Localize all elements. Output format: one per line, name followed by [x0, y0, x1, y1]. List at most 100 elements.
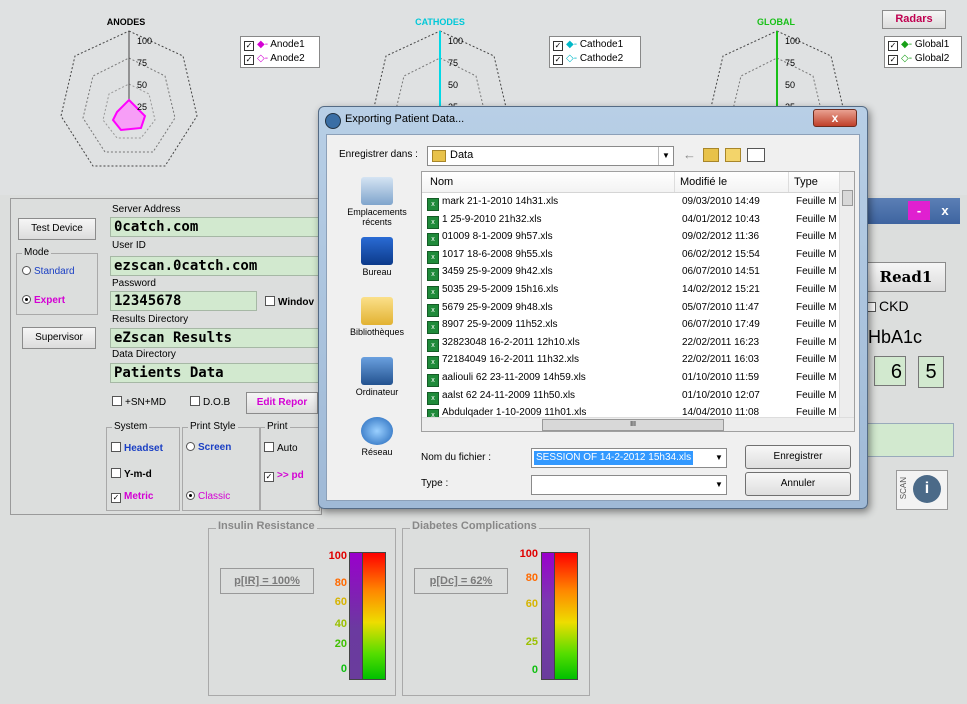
anodes-title: ANODES [106, 17, 146, 27]
vertical-scrollbar[interactable] [839, 172, 854, 417]
chevron-down-icon[interactable]: ▼ [658, 147, 673, 165]
places-bar: Emplacements récents Bureau Bibliothèque… [339, 171, 415, 457]
ir-gradient-bar [362, 552, 386, 680]
data-dir-field[interactable]: Patients Data [110, 363, 319, 383]
ckd-checkbox[interactable]: CKD [866, 298, 909, 314]
file-row[interactable]: x1 25-9-2010 21h32.xls 04/01/2012 10:43 Fe… [422, 211, 840, 229]
scan-text: SCAN [899, 477, 908, 500]
excel-file-icon: x [427, 285, 439, 299]
new-folder-icon[interactable] [725, 148, 741, 162]
screen-radio[interactable]: Screen [186, 442, 231, 453]
hba1c-dec: 5 [918, 356, 944, 388]
global-legend: ✓ ◆- Global1 ✓ ◇- Global2 [884, 36, 962, 68]
file-row[interactable]: x 1017 18-6-2008 9h55.xls 06/02/2012 15:54… [422, 246, 840, 264]
file-row[interactable]: x 5035 29-5-2009 15h16.xls 14/02/2012 15:2… [422, 281, 840, 299]
file-row[interactable]: x aalst 62 24-11-2009 11h50.xls 01/10/2010… [422, 387, 840, 405]
vertical-scroll-thumb[interactable] [842, 190, 853, 206]
filename-combo[interactable]: SESSION OF 14-2-2012 15h34.xls ▼ [531, 448, 727, 468]
radars-button[interactable]: Radars [882, 10, 946, 29]
dialog-title: Exporting Patient Data... [345, 113, 465, 125]
cathodes-tick-50: 50 [448, 80, 459, 90]
file-row[interactable]: x 5679 25-9-2009 9h48.xls 05/07/2010 11:47… [422, 299, 840, 317]
window-checkbox[interactable]: Windov [265, 296, 314, 308]
minimize-button[interactable]: - [908, 201, 930, 220]
results-dir-label: Results Directory [112, 314, 189, 325]
mode-expert-radio[interactable]: Expert [22, 295, 65, 306]
excel-file-icon: x [427, 198, 439, 211]
legend-anode1[interactable]: ✓ ◆- Anode1 [244, 38, 316, 52]
mode-standard-radio[interactable]: Standard [22, 266, 75, 277]
sn-md-checkbox[interactable]: +SN+MD [112, 396, 166, 408]
pdf-checkbox[interactable]: ✓ >> pd [264, 470, 304, 482]
ir-value-box: p[IR] = 100% [220, 568, 314, 594]
file-row[interactable]: x 72184049 16-2-2011 11h32.xls 22/02/2011 … [422, 351, 840, 370]
anodes-tick-100: 100 [137, 36, 153, 46]
user-id-field[interactable]: ezscan.0catch.com [110, 256, 319, 276]
results-dir-field[interactable]: eZscan Results [110, 328, 319, 348]
insulin-resistance-title: Insulin Resistance [216, 520, 317, 532]
network-icon [361, 417, 393, 445]
legend-cathode1[interactable]: ✓ ◆- Cathode1 [553, 38, 637, 52]
legend-anode2[interactable]: ✓ ◇- Anode2 [244, 52, 316, 66]
anodes-tick-75: 75 [137, 58, 148, 68]
file-row[interactable]: x 8907 25-9-2009 11h52.xls 06/07/2010 17:4… [422, 316, 840, 335]
col-name[interactable]: Nom [430, 176, 453, 188]
headset-checkbox[interactable]: Headset [111, 442, 163, 454]
file-row[interactable]: x 01009 8-1-2009 9h57.xls 09/02/2012 11:36… [422, 228, 840, 247]
password-field[interactable]: 12345678 [110, 291, 257, 311]
file-row[interactable]: x aaliouli 62 23-11-2009 14h59.xls 01/10/2… [422, 369, 840, 387]
folder-icon [432, 150, 446, 162]
place-libraries[interactable]: Bibliothèques [339, 297, 415, 337]
legend-cathode2[interactable]: ✓ ◇- Cathode2 [553, 52, 637, 66]
filename-input[interactable]: SESSION OF 14-2-2012 15h34.xls [534, 451, 694, 465]
horizontal-scroll-thumb[interactable]: III [542, 419, 724, 431]
auto-checkbox[interactable]: Auto [264, 442, 298, 454]
user-id-label: User ID [112, 240, 146, 251]
dc-gradient-bar [554, 552, 578, 680]
place-recent[interactable]: Emplacements récents [339, 177, 415, 227]
file-row[interactable]: x mark 21-1-2010 14h31.xls 09/03/2010 14:4… [422, 193, 840, 211]
place-network[interactable]: Réseau [339, 417, 415, 457]
back-arrow-icon[interactable]: ← [683, 147, 696, 162]
save-button[interactable]: Enregistrer [745, 445, 851, 469]
view-menu-icon[interactable] [747, 148, 765, 162]
computer-icon [361, 357, 393, 385]
classic-radio[interactable]: Classic [186, 491, 230, 502]
chevron-down-icon[interactable]: ▼ [712, 476, 726, 494]
cathodes-tick-100: 100 [448, 36, 464, 46]
anodes-legend: ✓ ◆- Anode1 ✓ ◇- Anode2 [240, 36, 320, 68]
server-address-field[interactable]: 0catch.com [110, 217, 319, 237]
type-label: Type : [421, 478, 449, 489]
save-in-combo[interactable]: Data ▼ [427, 146, 674, 166]
type-combo[interactable]: ▼ [531, 475, 727, 495]
excel-file-icon: x [427, 321, 439, 335]
cancel-button[interactable]: Annuler [745, 472, 851, 496]
cathodes-tick-75: 75 [448, 58, 459, 68]
excel-file-icon: x [427, 215, 439, 229]
legend-global2[interactable]: ✓ ◇- Global2 [888, 52, 958, 66]
password-label: Password [112, 278, 156, 289]
read1-button[interactable]: Read1 [866, 262, 946, 292]
place-desktop[interactable]: Bureau [339, 237, 415, 277]
ymd-checkbox[interactable]: Y-m-d [111, 468, 152, 480]
close-app-button[interactable]: x [933, 201, 957, 220]
file-row[interactable]: x 3459 25-9-2009 9h42.xls 06/07/2010 14:51… [422, 263, 840, 282]
dob-checkbox[interactable]: D.O.B [190, 396, 230, 408]
filename-label: Nom du fichier : [421, 452, 492, 463]
test-device-button[interactable]: Test Device [18, 218, 96, 240]
metric-checkbox[interactable]: ✓ Metric [111, 491, 153, 503]
supervisor-button[interactable]: Supervisor [22, 327, 96, 349]
up-folder-icon[interactable] [703, 148, 719, 162]
dialog-close-button[interactable]: x [813, 109, 857, 127]
diabetes-complications-title: Diabetes Complications [410, 520, 539, 532]
place-computer[interactable]: Ordinateur [339, 357, 415, 397]
legend-global1[interactable]: ✓ ◆- Global1 [888, 38, 958, 52]
horizontal-scrollbar[interactable]: III [422, 417, 854, 431]
desktop-icon [361, 237, 393, 265]
file-row[interactable]: x 32823048 16-2-2011 12h10.xls 22/02/2011 … [422, 334, 840, 352]
col-type[interactable]: Type [794, 176, 818, 188]
chevron-down-icon[interactable]: ▼ [712, 449, 726, 467]
anodes-radar [60, 30, 198, 167]
col-modified[interactable]: Modifié le [680, 176, 727, 188]
edit-report-button[interactable]: Edit Repor [246, 392, 318, 414]
